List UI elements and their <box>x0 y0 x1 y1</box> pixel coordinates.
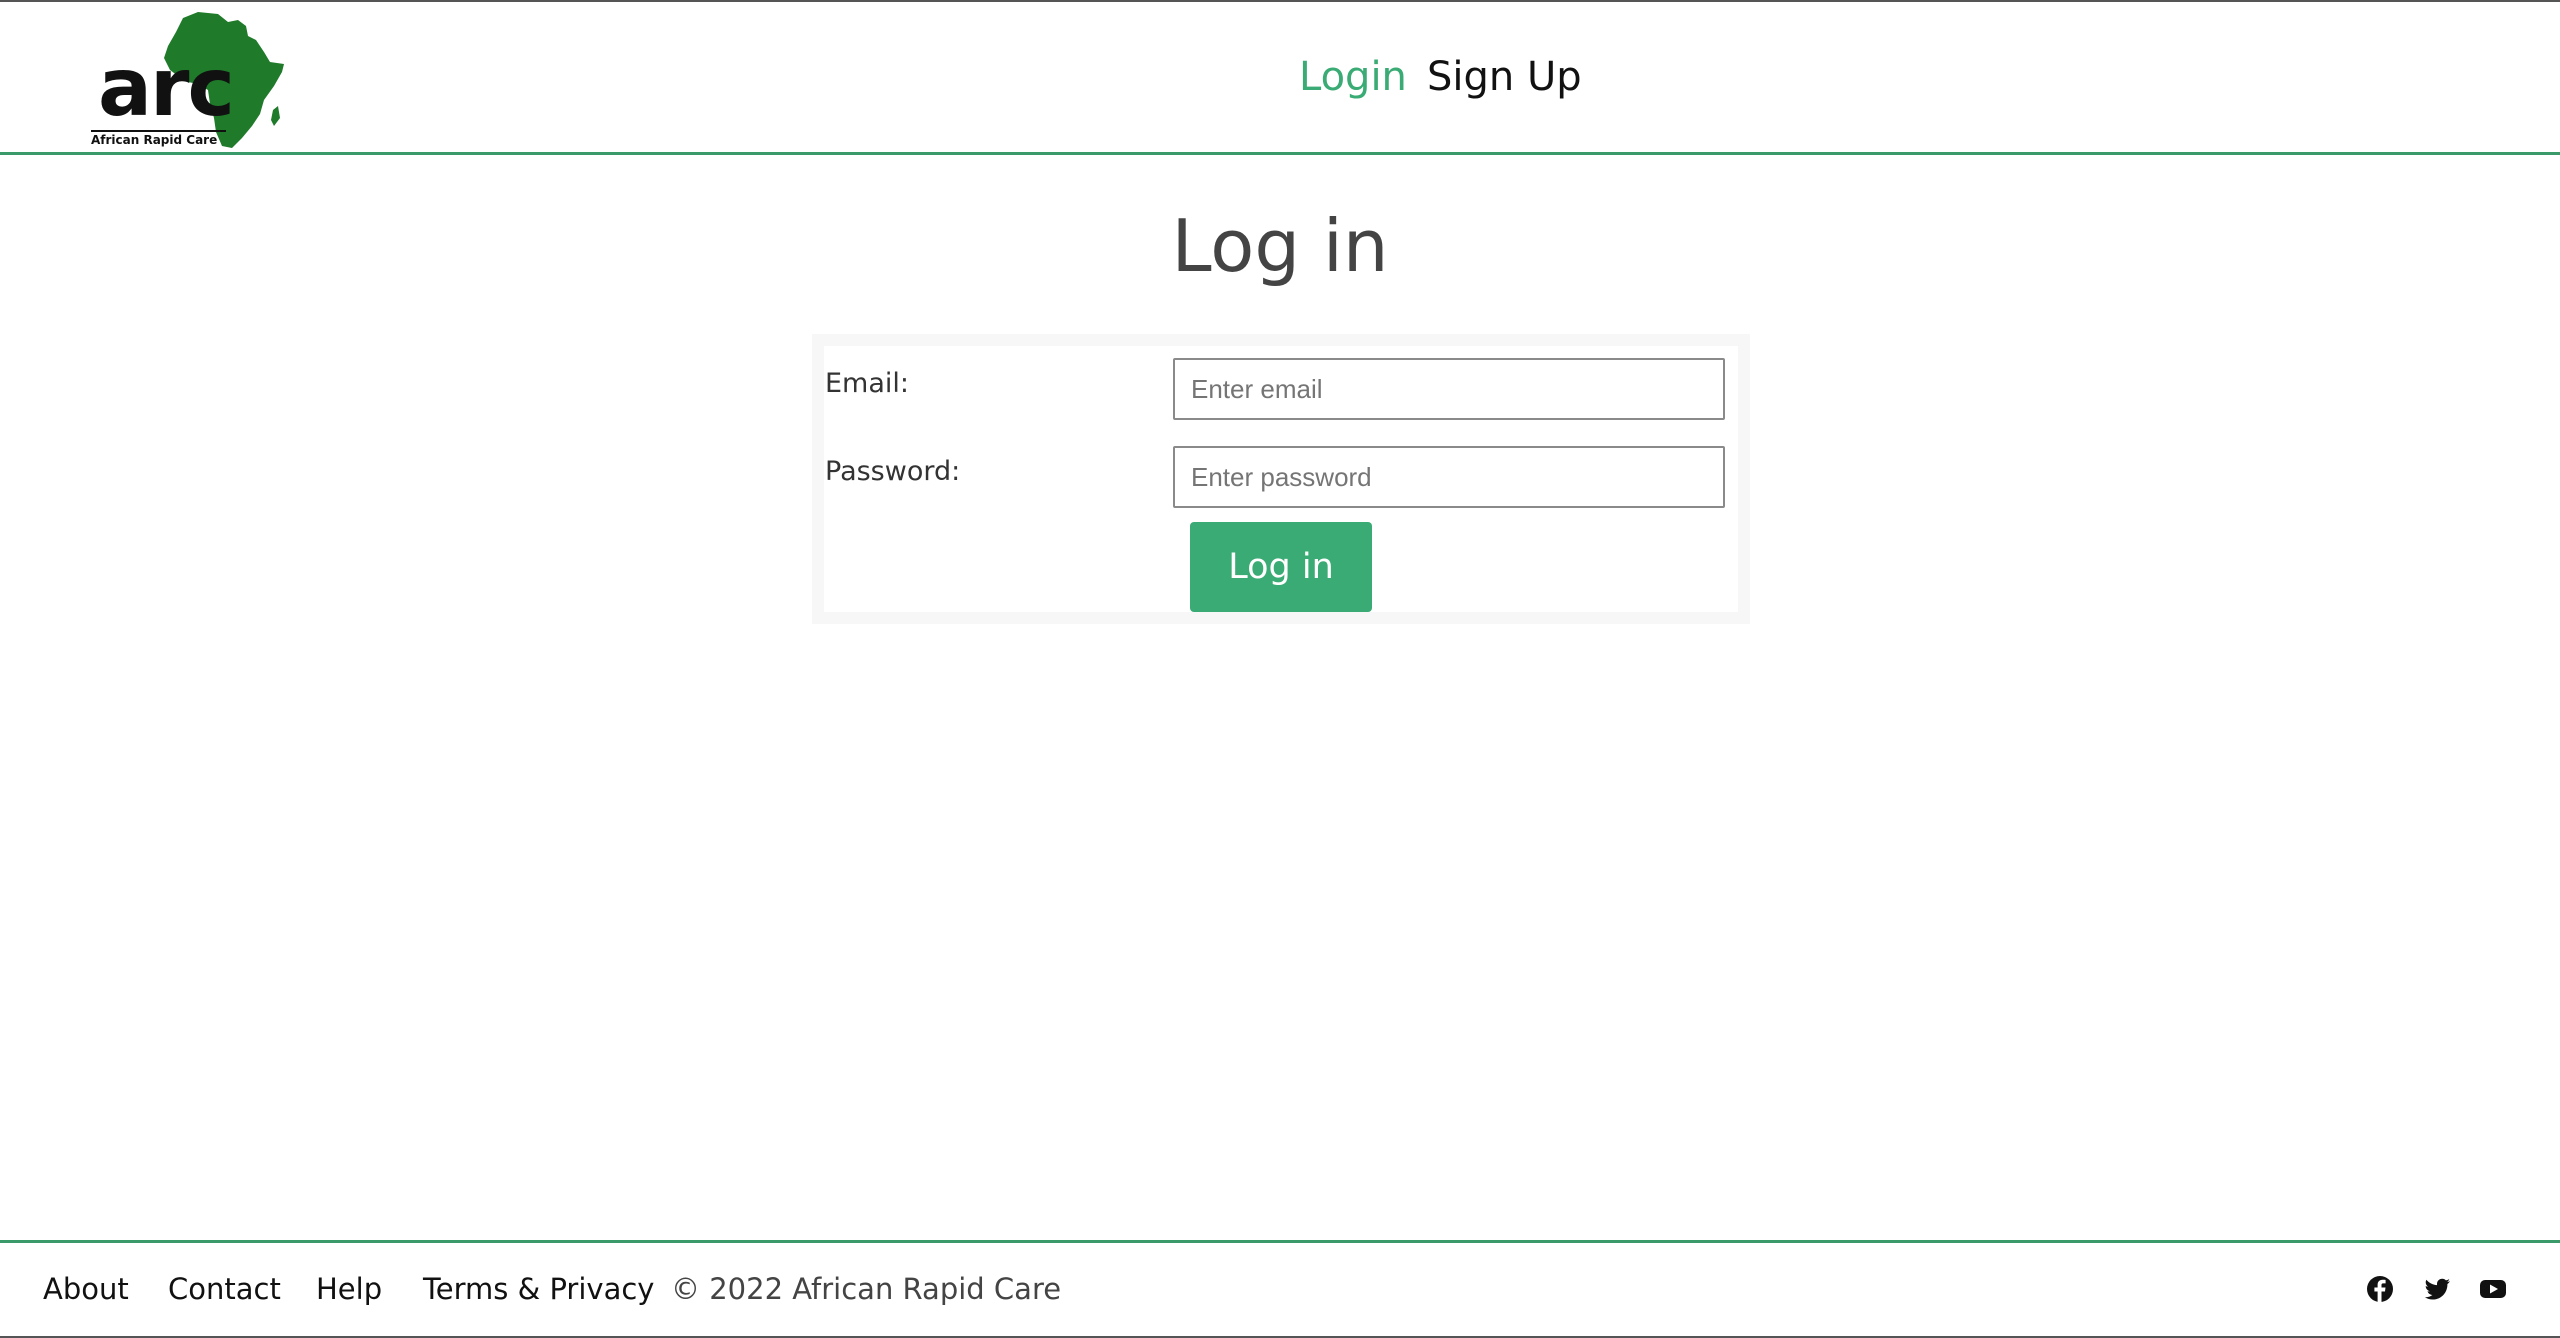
login-submit-button[interactable]: Log in <box>1190 522 1372 612</box>
arc-logo[interactable]: arc African Rapid Care <box>88 10 288 150</box>
footer-copyright: © 2022 African Rapid Care <box>671 1272 1062 1306</box>
site-footer: About Contact Help Terms & Privacy © 202… <box>0 1240 2560 1338</box>
youtube-icon[interactable] <box>2477 1273 2509 1305</box>
footer-help-link[interactable]: Help <box>316 1267 382 1311</box>
nav-login-link[interactable]: Login <box>1299 47 1407 107</box>
password-label: Password: <box>825 456 961 487</box>
footer-terms-link[interactable]: Terms & Privacy <box>423 1267 654 1311</box>
page-title: Log in <box>1171 204 1389 288</box>
footer-contact-link[interactable]: Contact <box>168 1267 281 1311</box>
footer-about-link[interactable]: About <box>43 1267 129 1311</box>
email-label: Email: <box>825 368 910 399</box>
nav-signup-link[interactable]: Sign Up <box>1427 47 1582 107</box>
twitter-icon[interactable] <box>2421 1273 2453 1305</box>
logo-subtitle: African Rapid Care <box>91 130 226 147</box>
site-header: arc African Rapid Care Login Sign Up <box>0 2 2560 155</box>
password-input[interactable] <box>1173 446 1725 508</box>
facebook-icon[interactable] <box>2364 1273 2396 1305</box>
email-input[interactable] <box>1173 358 1725 420</box>
logo-wordmark: arc <box>98 41 235 134</box>
